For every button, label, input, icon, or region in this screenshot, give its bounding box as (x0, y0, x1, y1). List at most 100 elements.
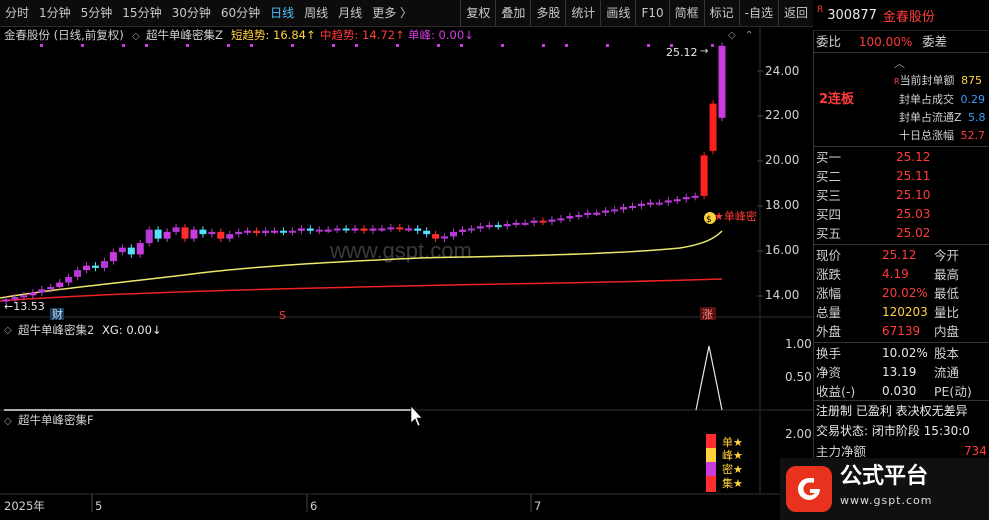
bid-label: 买一 (816, 150, 842, 165)
xg-signal-spike (695, 345, 723, 411)
candle-body (458, 229, 466, 232)
candle-body (172, 227, 180, 232)
overlay-button[interactable]: 叠加 (495, 0, 530, 26)
stat-value: 20.02% (882, 286, 928, 300)
tab-30min[interactable]: 30分钟 (167, 0, 216, 26)
stats-button[interactable]: 统计 (565, 0, 600, 26)
bid-label: 买二 (816, 169, 842, 184)
candle-body (47, 287, 55, 290)
zhang-marker[interactable]: 涨 (702, 308, 713, 321)
weibi-label: 委比 (816, 34, 842, 49)
panel3-title: 超牛单峰密集F (18, 413, 94, 427)
tab-1min[interactable]: 1分钟 (34, 0, 76, 26)
stat-label2: 最高 (934, 267, 960, 282)
candle-body (235, 231, 243, 235)
signal-dot (606, 44, 609, 47)
price-tick: 20.00 (765, 153, 799, 167)
bid-row[interactable]: 买四 25.03 (816, 205, 930, 224)
back-button[interactable]: 返回 (777, 0, 813, 26)
mark-button[interactable]: 标记 (703, 0, 739, 26)
stat-row: 现价 25.12 今开 (816, 246, 959, 265)
tab-fenshi[interactable]: 分时 (0, 0, 34, 26)
collapse-icon[interactable]: ⌃ (745, 30, 753, 41)
peak-value: 单峰: 0.00↓ (408, 28, 474, 42)
candle-body (387, 227, 395, 230)
bid-row[interactable]: 买五 25.02 (816, 224, 930, 243)
price-tick: 24.00 (765, 64, 799, 78)
candle-body (145, 229, 153, 244)
stat-label2: 内盘 (934, 324, 960, 339)
candle-body (127, 247, 135, 255)
indicator-name: 超牛单峰密集Z (146, 28, 223, 42)
candle-body (691, 195, 699, 198)
badge-bar-purple (706, 462, 716, 476)
candle-body (423, 230, 431, 235)
panel2-title: 超牛单峰密集2 (18, 323, 94, 337)
candle-body (548, 219, 556, 222)
indicator-dropdown-icon[interactable]: ◇ (132, 31, 140, 42)
panel3-dropdown-icon[interactable]: ◇ (4, 416, 12, 427)
panel3-tick: 2.00 (785, 427, 812, 441)
signal-dot (501, 44, 504, 47)
tab-monthly[interactable]: 月线 (333, 0, 367, 26)
brand-url: www.gspt.com (840, 494, 933, 507)
tab-5min[interactable]: 5分钟 (76, 0, 118, 26)
multi-stock-button[interactable]: 多股 (530, 0, 565, 26)
signal-dot (40, 44, 43, 47)
weicha-label: 委差 (922, 34, 948, 49)
add-watchlist-button[interactable]: -自选 (738, 0, 778, 26)
candle-body (450, 231, 457, 237)
stat-label2: 股本 (934, 346, 960, 361)
cai-marker[interactable]: 财 (52, 307, 63, 321)
stat-label2: 量比 (934, 305, 960, 320)
main-title: 金春股份 (日线,前复权) (4, 28, 124, 42)
tab-daily[interactable]: 日线 (265, 0, 299, 26)
panel2-dropdown-icon[interactable]: ◇ (4, 325, 12, 336)
candle-body (38, 289, 46, 293)
candle-body (288, 230, 296, 233)
diamond-icon[interactable]: ◇ (728, 30, 736, 41)
main-flow-label: 主力净额 (816, 444, 867, 459)
mouse-cursor-icon (410, 405, 423, 427)
stat-row: 外盘 67139 内盘 (816, 322, 959, 341)
x-tick: 2025年 (4, 499, 45, 513)
candle-body (405, 228, 413, 231)
signal-label: ★单峰密 (714, 209, 757, 223)
simple-frame-button[interactable]: 简框 (668, 0, 704, 26)
limit-row-0: R当前封单额 875 (894, 74, 983, 87)
fuquan-button[interactable]: 复权 (460, 0, 495, 26)
tab-15min[interactable]: 15分钟 (117, 0, 166, 26)
candle-body (92, 265, 99, 268)
price-tick: 16.00 (765, 243, 799, 257)
weibi-value: 100.00% (858, 35, 913, 49)
stat-row: 收益(-) 0.030 PE(动) (816, 382, 972, 401)
high-price-label: 25.12 (666, 46, 698, 59)
candle-body (65, 276, 73, 283)
signal-dot (186, 44, 189, 47)
x-tick: 7 (534, 499, 541, 513)
badge-ji: 集★ (722, 476, 743, 490)
stock-code: 300877 (827, 7, 877, 23)
f10-button[interactable]: F10 (635, 0, 668, 26)
candle-body (217, 231, 225, 239)
signal-badge-stack: 单★ 峰★ 密★ 集★ (706, 434, 743, 492)
candle-body (360, 228, 368, 231)
kline-chart[interactable]: www.gspt.com 金春股份 (日线,前复权) ◇ 超牛单峰密集Z 短趋势… (0, 26, 813, 520)
draw-line-button[interactable]: 画线 (600, 0, 635, 26)
stat-label: 净资 (816, 365, 842, 380)
bid-row[interactable]: 买三 25.10 (816, 186, 930, 205)
bid-label: 买三 (816, 188, 842, 203)
stat-value: 10.02% (882, 346, 928, 360)
stat-value: 0.030 (882, 384, 917, 398)
tab-60min[interactable]: 60分钟 (216, 0, 265, 26)
tab-more[interactable]: 更多 〉 (367, 0, 417, 26)
quote-panel: 委比 100.00% 委差 ︿ R当前封单额 875 2连板 封单占成交 0.2… (813, 30, 989, 520)
stat-value: 4.19 (882, 267, 909, 281)
bid-row[interactable]: 买一 25.12 (816, 148, 930, 167)
s-marker[interactable]: S (279, 309, 286, 322)
signal-dot (250, 44, 253, 47)
limit-row-1: 封单占成交 0.29 (899, 93, 985, 106)
tab-weekly[interactable]: 周线 (299, 0, 333, 26)
stat-row: 净资 13.19 流通 (816, 363, 959, 382)
bid-row[interactable]: 买二 25.11 (816, 167, 930, 186)
